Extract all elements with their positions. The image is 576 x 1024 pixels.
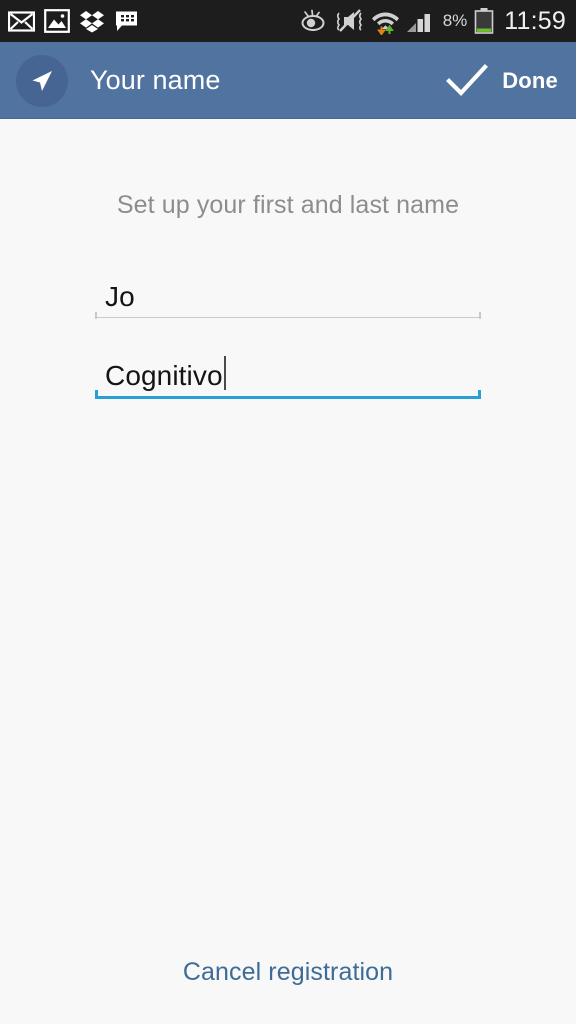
text-cursor: [223, 356, 226, 390]
gallery-image-icon: [44, 9, 70, 33]
mail-icon: [8, 10, 35, 32]
form-subtitle: Set up your first and last name: [116, 191, 460, 219]
phone-screen: 8% 11:59 Your name Done Set up your firs: [0, 0, 576, 1024]
first-name-field[interactable]: Jo: [95, 272, 481, 326]
status-bar-system-icons: 8% 11:59: [301, 6, 566, 35]
cellular-signal-icon: [406, 13, 430, 32]
page-title: Your name: [90, 65, 221, 95]
name-form: Jo Cognitivo: [95, 272, 481, 430]
underline-bar: [95, 396, 481, 399]
sound-muted-vibrate-icon: [336, 9, 362, 32]
battery-icon: [474, 7, 494, 34]
last-name-input[interactable]: Cognitivo: [105, 360, 223, 392]
smart-stay-eye-icon: [301, 9, 325, 31]
battery-percent-label: 8%: [442, 11, 468, 30]
done-label: Done: [502, 67, 558, 93]
cancel-registration-link[interactable]: Cancel registration: [183, 958, 393, 987]
app-bar: Your name Done: [0, 42, 576, 119]
underline-tick-right: [479, 312, 481, 319]
footer: Cancel registration: [0, 920, 576, 1024]
status-bar-notification-icons: [8, 9, 139, 33]
wifi-transfer-icon: [371, 12, 399, 35]
back-avatar-button[interactable]: [16, 54, 68, 107]
last-name-input-wrapper[interactable]: Cognitivo: [95, 351, 481, 396]
send-arrow-icon: [32, 70, 52, 91]
last-name-field[interactable]: Cognitivo: [95, 351, 481, 405]
first-name-input[interactable]: Jo: [95, 272, 481, 317]
last-name-underline: [95, 390, 481, 405]
bbm-message-icon: [116, 11, 137, 31]
checkmark-icon: [446, 63, 489, 96]
status-bar: 8% 11:59: [0, 0, 576, 42]
clock-label: 11:59: [504, 6, 566, 35]
underline-tick-right: [478, 390, 481, 399]
underline-bar: [95, 317, 481, 318]
first-name-underline: [95, 312, 481, 326]
dropbox-icon: [80, 11, 104, 33]
done-button[interactable]: Done: [446, 63, 558, 98]
content-area: Set up your first and last name Jo Cogni…: [0, 119, 576, 1024]
